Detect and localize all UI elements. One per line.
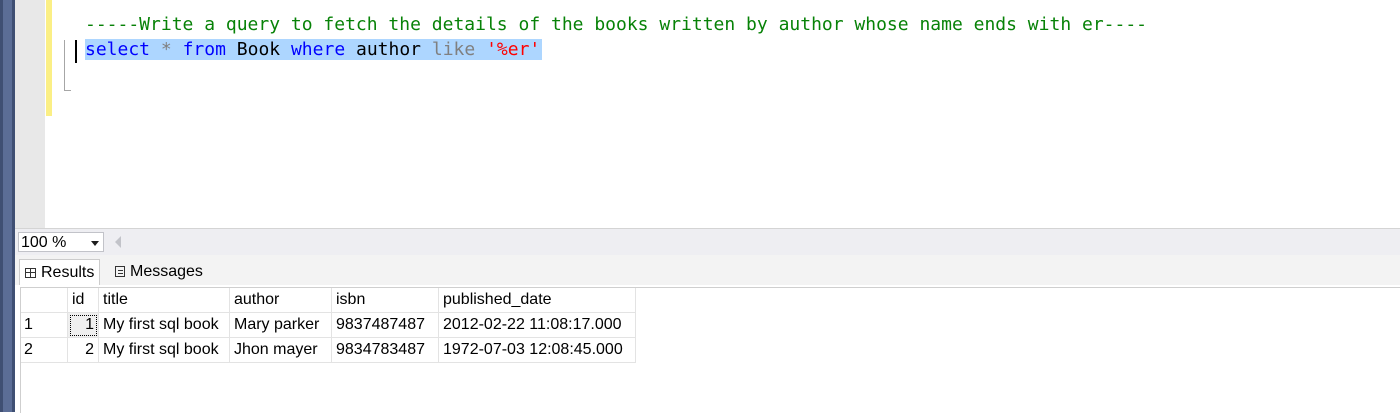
string-pattern: '%er' <box>486 39 541 60</box>
cell-title[interactable]: My first sql book <box>98 337 230 363</box>
column-header-published-date[interactable]: published_date <box>438 288 636 313</box>
operator-like: like <box>431 39 476 60</box>
cell-author[interactable]: Mary parker <box>229 312 332 338</box>
tab-messages[interactable]: Messages <box>110 259 208 285</box>
cell-isbn[interactable]: 9834783487 <box>331 337 439 363</box>
results-tab-strip: Results Messages <box>15 255 1400 285</box>
column-header-author[interactable]: author <box>229 288 332 313</box>
results-grid-area: id title author isbn published_date 1 1 … <box>15 285 1400 413</box>
operator-star: * <box>160 39 172 60</box>
cell-published-date[interactable]: 2012-02-22 11:08:17.000 <box>438 312 636 338</box>
editor-status-bar: 100 % <box>15 228 1400 255</box>
tab-results[interactable]: Results <box>19 259 101 285</box>
zoom-dropdown[interactable]: 100 % <box>18 232 104 252</box>
table-row: 1 1 My first sql book Mary parker 983748… <box>21 312 636 338</box>
column-header-title[interactable]: title <box>98 288 230 313</box>
sql-comment-line: -----Write a query to fetch the details … <box>85 14 1148 35</box>
tab-messages-label: Messages <box>130 263 203 280</box>
chevron-down-icon[interactable] <box>91 241 99 246</box>
tab-results-label: Results <box>41 264 95 281</box>
change-indicator-bar <box>46 0 52 116</box>
window-edge <box>0 0 15 412</box>
column-header-id[interactable]: id <box>67 288 99 313</box>
sql-query-line: select * from Book where author like '%e… <box>85 38 543 62</box>
row-number[interactable]: 1 <box>21 312 68 338</box>
cell-id[interactable]: 1 <box>67 312 99 338</box>
editor-gutter <box>15 0 45 228</box>
results-grid: id title author isbn published_date 1 1 … <box>21 288 636 363</box>
text-caret <box>75 40 77 63</box>
scroll-left-arrow-icon[interactable] <box>115 236 121 248</box>
keyword-where: where <box>290 39 346 60</box>
selected-query-text: select * from Book where author like '%e… <box>85 39 543 60</box>
row-number-header[interactable] <box>21 288 68 313</box>
keyword-from: from <box>182 39 226 60</box>
column-header-isbn[interactable]: isbn <box>331 288 439 313</box>
zoom-value: 100 % <box>21 234 67 251</box>
code-fold-marker <box>64 40 71 91</box>
cell-isbn[interactable]: 9837487487 <box>331 312 439 338</box>
row-number[interactable]: 2 <box>21 337 68 363</box>
cell-title[interactable]: My first sql book <box>98 312 230 338</box>
header-row: id title author isbn published_date <box>21 288 636 313</box>
query-editor[interactable]: -----Write a query to fetch the details … <box>15 0 1400 228</box>
cell-id[interactable]: 2 <box>67 337 99 363</box>
column-name: author <box>356 39 422 60</box>
cell-published-date[interactable]: 1972-07-03 12:08:45.000 <box>438 337 636 363</box>
table-row: 2 2 My first sql book Jhon mayer 9834783… <box>21 337 636 363</box>
table-name: Book <box>236 39 281 60</box>
keyword-select: select <box>85 39 151 60</box>
cell-author[interactable]: Jhon mayer <box>229 337 332 363</box>
window-edge-inner <box>3 0 12 412</box>
grid-icon <box>25 267 36 278</box>
messages-icon <box>115 266 125 278</box>
